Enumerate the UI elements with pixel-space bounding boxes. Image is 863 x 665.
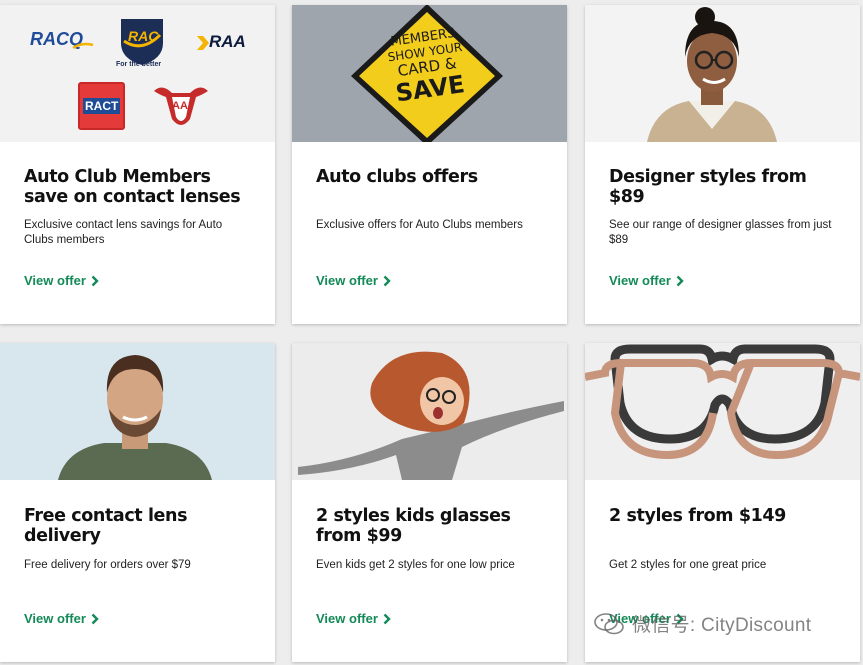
offer-title: Auto clubs offers	[316, 167, 478, 187]
view-offer-label: View offer	[24, 273, 86, 288]
view-offer-link[interactable]: View offer	[316, 611, 391, 626]
view-offer-label: View offer	[24, 611, 86, 626]
smiling-man-photo	[0, 343, 275, 480]
watermark-text: 微信号: CityDiscount	[632, 615, 812, 636]
view-offer-link[interactable]: View offer	[24, 273, 99, 288]
offer-title: Free contact lens delivery	[24, 506, 188, 546]
offer-description: Even kids get 2 styles for one low price	[316, 559, 515, 571]
chevron-right-icon	[383, 275, 391, 287]
view-offer-label: View offer	[609, 273, 671, 288]
rac-logo-text: RAC	[128, 28, 159, 44]
offer-card-auto-clubs[interactable]: MEMBERS SHOW YOUR CARD & SAVE Auto clubs…	[292, 5, 567, 324]
offer-card-designer-styles[interactable]: Designer styles from $89 See our range o…	[585, 5, 860, 324]
woman-illustration	[647, 7, 777, 142]
offer-title: Designer styles from $89	[609, 167, 807, 207]
glasses-pair-photo	[585, 343, 860, 480]
ract-logo: RACT	[78, 82, 125, 130]
chevron-right-icon	[91, 613, 99, 625]
offer-card-kids-glasses[interactable]: 2 styles kids glasses from $99 Even kids…	[292, 343, 567, 662]
view-offer-label: View offer	[316, 273, 378, 288]
members-sign-image: MEMBERS SHOW YOUR CARD & SAVE	[292, 5, 567, 142]
aant-logo-text: AA	[172, 100, 188, 112]
view-offer-link[interactable]: View offer	[316, 273, 391, 288]
racq-logo-swoosh	[72, 42, 94, 50]
offer-card-contact-delivery[interactable]: Free contact lens delivery Free delivery…	[0, 343, 275, 662]
raa-arrow-icon	[197, 36, 209, 50]
auto-club-logos-image: RACQ RAC For the better RAA RACT AA	[0, 5, 275, 142]
offer-title: 2 styles from $149	[609, 506, 786, 526]
view-offer-label: View offer	[316, 611, 378, 626]
offer-description: See our range of designer glasses from j…	[609, 219, 832, 246]
offer-description: Exclusive contact lens savings for Auto …	[24, 219, 223, 246]
man-illustration	[58, 355, 212, 480]
woman-glasses-photo	[585, 5, 860, 142]
chevron-right-icon	[383, 613, 391, 625]
offer-title: 2 styles kids glasses from $99	[316, 506, 511, 546]
offer-description: Free delivery for orders over $79	[24, 559, 191, 571]
chevron-right-icon	[676, 275, 684, 287]
offer-title: Auto Club Members save on contact lenses	[24, 167, 241, 207]
ract-logo-text: RACT	[85, 99, 119, 113]
view-offer-link[interactable]: View offer	[24, 611, 99, 626]
offer-description: Exclusive offers for Auto Clubs members	[316, 219, 523, 231]
raa-logo: RAA	[209, 32, 246, 51]
girl-illustration	[298, 351, 564, 480]
glasses-illustration	[585, 344, 860, 460]
offer-card-auto-club-contacts[interactable]: RACQ RAC For the better RAA RACT AA Auto…	[0, 5, 275, 324]
wechat-watermark: 微信号: CityDiscount	[594, 610, 811, 637]
chevron-right-icon	[91, 275, 99, 287]
wechat-icon	[594, 612, 624, 634]
girl-jumping-photo	[292, 343, 567, 480]
rac-tagline: For the better	[116, 61, 162, 68]
offer-description: Get 2 styles for one great price	[609, 559, 767, 571]
view-offer-link[interactable]: View offer	[609, 273, 684, 288]
